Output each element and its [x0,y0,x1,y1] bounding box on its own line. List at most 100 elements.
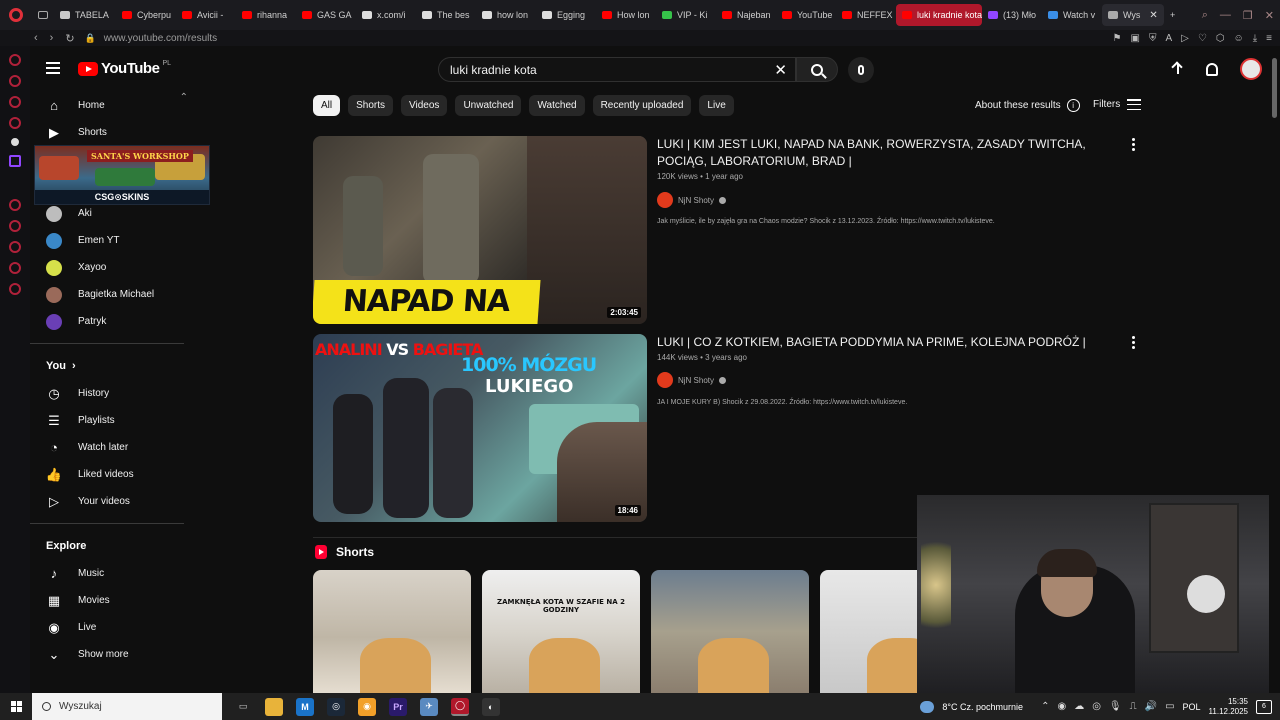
sidebar-app-icon[interactable] [9,117,21,129]
sidebar-app-icon[interactable] [9,262,21,274]
tab-search-icon[interactable]: ⌕ [1202,9,1208,22]
channel-avatar[interactable] [657,192,673,208]
chip-shorts[interactable]: Shorts [348,95,394,116]
restore-icon[interactable]: ❐ [1243,9,1253,22]
weather-text[interactable]: 8°C Cz. pochmurnie [942,702,1023,712]
channel-link[interactable]: NjN Shoty [657,192,727,208]
heart-icon[interactable]: ♡ [1198,33,1207,44]
filters-button[interactable]: Filters [1093,99,1142,110]
opera-icon[interactable]: ◯ [451,697,469,716]
steam-icon[interactable]: ◎ [327,697,345,716]
browser-tab[interactable]: The bes [416,4,476,26]
channel-avatar[interactable] [657,372,673,388]
sidebar-you-heading[interactable]: You › [30,352,196,380]
browser-tab[interactable]: Najeban [716,4,776,26]
download-icon[interactable]: ⤓ [1253,33,1257,44]
premiere-icon[interactable]: Pr [389,697,407,716]
close-window-icon[interactable]: ✕ [1265,9,1274,22]
tray-app-icon[interactable]: ◉ [1057,701,1066,712]
sidebar-item-show-more[interactable]: ⌄ Show more [30,641,196,668]
clock[interactable]: 15:35 11.12.2025 [1209,697,1248,717]
taskbar-search[interactable]: Wyszukaj [32,693,222,720]
blender-icon[interactable]: ◉ [358,697,376,716]
extensions-icon[interactable]: ⬡ [1216,33,1225,44]
chip-videos[interactable]: Videos [401,95,448,116]
search-input[interactable] [450,62,760,77]
about-results-button[interactable]: About these results i [975,99,1080,112]
snapshot-icon[interactable]: ▣ [1130,33,1139,44]
sidebar-item-home[interactable]: ⌂ Home [30,92,196,119]
more-actions-icon[interactable] [1129,138,1137,151]
upload-icon[interactable] [1172,62,1184,76]
visual-studio-icon[interactable]: M [296,697,314,716]
browser-tab[interactable]: (13) Mło [982,4,1042,26]
channel-name[interactable]: NjN Shoty [678,196,714,205]
browser-tab[interactable]: Egging [536,4,596,26]
browser-tab[interactable]: GAS GA [296,4,356,26]
sidebar-item-emen-yt[interactable]: Emen YT [30,227,196,254]
browser-tab[interactable]: rihanna [236,4,296,26]
tray-app-icon[interactable]: ☁ [1074,701,1084,712]
browser-tab[interactable]: VIP - Ki [656,4,716,26]
weather-icon[interactable] [920,700,935,713]
workspaces-icon[interactable] [32,4,54,26]
sidebar-app-icon[interactable] [9,75,21,87]
sidebar-app-icon[interactable] [9,220,21,232]
volume-icon[interactable]: 🔊 [1145,701,1157,712]
menu-icon[interactable] [46,62,60,74]
sidebar-app-icon[interactable] [9,54,21,66]
translate-icon[interactable]: A [1165,33,1172,44]
menu-icon[interactable]: ≡ [1266,33,1272,44]
chip-recently-uploaded[interactable]: Recently uploaded [592,95,692,116]
play-icon[interactable]: ▷ [1181,33,1189,44]
browser-tab[interactable]: NEFFEX [836,4,896,26]
browser-tab[interactable]: TABELA [54,4,116,26]
page-scrollbar[interactable] [1269,46,1280,693]
short-card[interactable]: ZAMKNĘŁA KOTA W SZAFIE NA 2 GODZINY [482,570,640,693]
chevron-up-icon[interactable]: ⌃ [180,92,188,103]
search-button[interactable] [796,57,838,82]
sidebar-item-history[interactable]: ◷ History [30,380,196,407]
notifications-bell-icon[interactable] [1206,62,1218,76]
windows-start-icon[interactable] [0,693,32,720]
short-card[interactable] [313,570,471,693]
video-result[interactable]: ANALINI VS BAGIETA 100% MÓZGU LUKIEGO 18… [313,334,1143,522]
browser-tab[interactable]: How lon [596,4,656,26]
language-indicator[interactable]: POL [1183,702,1201,712]
sidebar-item-your-videos[interactable]: ▷ Your videos [30,488,196,515]
channel-name[interactable]: NjN Shoty [678,376,714,385]
url-field[interactable]: www.youtube.com/results [104,33,217,44]
app-icon[interactable]: ✈ [420,697,438,716]
sidebar-item-xayoo[interactable]: Xayoo [30,254,196,281]
reload-icon[interactable]: ↻ [65,32,74,45]
more-actions-icon[interactable] [1129,336,1137,349]
account-icon[interactable]: ☺ [1234,33,1244,44]
browser-tab[interactable]: how lon [476,4,536,26]
clear-search-icon[interactable]: ✕ [774,61,787,79]
video-result[interactable]: NAPAD NA BANK 2:03:45 LUKI | KIM JEST LU… [313,136,1143,324]
settings-icon[interactable] [9,283,21,295]
browser-tab[interactable]: Wys ✕ [1102,4,1164,26]
video-thumbnail[interactable]: ANALINI VS BAGIETA 100% MÓZGU LUKIEGO 18… [313,334,647,522]
new-tab-button[interactable]: + [1164,4,1181,26]
chip-live[interactable]: Live [699,95,734,116]
lock-icon[interactable]: 🔒 [85,33,96,44]
sidebar-app-icon[interactable] [11,138,19,146]
chip-all[interactable]: All [313,95,341,116]
task-view-icon[interactable]: ▭ [234,698,252,716]
sidebar-item-liked-videos[interactable]: 👍 Liked videos [30,461,196,488]
bookmark-icon[interactable]: ⚑ [1113,33,1122,44]
youtube-logo[interactable]: YouTube PL [78,60,171,77]
browser-tab[interactable]: x.com/i [356,4,416,26]
chip-watched[interactable]: Watched [529,95,585,116]
sidebar-item-patryk[interactable]: Patryk [30,308,196,335]
network-icon[interactable]: ⎍ [1130,701,1137,712]
sidebar-item-bagietka-michael[interactable]: Bagietka Michael [30,281,196,308]
video-title[interactable]: LUKI | CO Z KOTKIEM, BAGIETA PODDYMIA NA… [657,334,1117,351]
channel-link[interactable]: NjN Shoty [657,372,727,388]
short-card[interactable] [651,570,809,693]
voice-search-button[interactable] [848,57,874,83]
video-title[interactable]: LUKI | KIM JEST LUKI, NAPAD NA BANK, ROW… [657,136,1117,170]
close-tab-icon[interactable]: ✕ [1149,10,1157,21]
browser-tab[interactable]: luki kradnie kota [896,4,982,26]
